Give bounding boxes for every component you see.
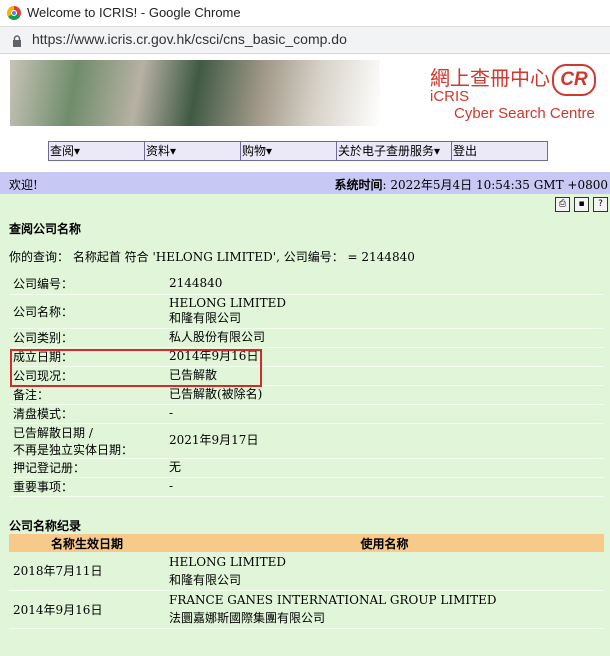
- name-history-table: 名称生效日期 使用名称 2018年7月11日 HELONG LIMITED 和隆有…: [9, 534, 604, 629]
- table-row: 2014年9月16日 FRANCE GANES INTERNATIONAL GR…: [9, 590, 604, 629]
- detail-row: 备注： 已告解散(被除名): [9, 385, 604, 405]
- used-name: HELONG LIMITED 和隆有限公司: [165, 552, 604, 591]
- section-title-search: 查阅公司名称: [9, 222, 82, 236]
- detail-label-line2: 不再是独立实体日期：: [13, 442, 134, 457]
- detail-label: 已告解散日期 / 不再是独立实体日期：: [9, 423, 165, 459]
- system-time-value: : 2022年5月4日 10:54:35 GMT +0800: [382, 178, 608, 192]
- url-text[interactable]: https://www.icris.cr.gov.hk/csci/cns_bas…: [32, 31, 347, 47]
- page-content: 欢迎! 系统时间: 2022年5月4日 10:54:35 GMT +0800 ⎙…: [0, 172, 610, 656]
- toolbar-icons: ⎙ ▪ ?: [555, 197, 608, 212]
- detail-value: -: [165, 477, 604, 497]
- banner-en-subtitle: Cyber Search Centre: [454, 105, 595, 122]
- used-name-cn: 法圜嘉娜斯國際集團有限公司: [169, 611, 326, 625]
- effective-date: 2018年7月11日: [9, 552, 165, 591]
- used-name-cn: 和隆有限公司: [169, 572, 242, 587]
- table-row: 2018年7月11日 HELONG LIMITED 和隆有限公司: [9, 552, 604, 591]
- detail-value: 2144840: [165, 274, 604, 295]
- chrome-icon: [7, 6, 21, 20]
- detail-label: 押记登记册：: [9, 458, 165, 478]
- menu-info[interactable]: 资料▾: [145, 142, 241, 160]
- banner-photo: [10, 60, 380, 126]
- system-time: 系统时间: 2022年5月4日 10:54:35 GMT +0800: [335, 176, 609, 193]
- query-text: 你的查询： 名称起首 符合 'HELONG LIMITED', 公司编号： = …: [9, 250, 415, 264]
- section-title-name-history: 公司名称纪录: [9, 519, 82, 533]
- banner-en-title: iCRIS: [430, 88, 470, 105]
- system-time-label: 系统时间: [334, 178, 383, 192]
- menu-purchase[interactable]: 购物▾: [241, 142, 337, 160]
- detail-value: HELONG LIMITED 和隆有限公司: [165, 294, 604, 329]
- help-icon[interactable]: ?: [593, 197, 608, 212]
- window-title: Welcome to ICRIS! - Google Chrome: [27, 5, 241, 20]
- detail-label: 备注：: [9, 385, 165, 405]
- detail-value: -: [165, 404, 604, 424]
- menu-logout[interactable]: 登出: [452, 142, 547, 160]
- icris-banner: 網上查冊中心 CR iCRIS Cyber Search Centre: [10, 60, 598, 128]
- column-header-name: 使用名称: [165, 534, 604, 552]
- company-name-en: HELONG LIMITED: [169, 296, 287, 310]
- detail-label: 公司名称：: [9, 294, 165, 329]
- detail-row: 押记登记册： 无: [9, 458, 604, 478]
- detail-label: 公司编号：: [9, 274, 165, 295]
- browser-titlebar: Welcome to ICRIS! - Google Chrome: [0, 0, 610, 27]
- effective-date: 2014年9月16日: [9, 590, 165, 629]
- detail-label: 清盘模式：: [9, 404, 165, 424]
- welcome-text: 欢迎!: [9, 178, 38, 192]
- main-menu: 查阅▾ 资料▾ 购物▾ 关於电子查册服务▾ 登出: [48, 141, 548, 161]
- address-bar[interactable]: https://www.icris.cr.gov.hk/csci/cns_bas…: [0, 27, 610, 54]
- cr-logo: CR: [552, 64, 596, 96]
- detail-row: 公司编号： 2144840: [9, 274, 604, 295]
- save-icon[interactable]: ▪: [574, 197, 589, 212]
- company-name-cn: 和隆有限公司: [169, 311, 242, 325]
- detail-row: 已告解散日期 / 不再是独立实体日期： 2021年9月17日: [9, 423, 604, 459]
- highlight-box: [10, 349, 262, 387]
- detail-label: 重要事项：: [9, 477, 165, 497]
- detail-value: 私人股份有限公司: [165, 328, 604, 348]
- detail-row: 清盘模式： -: [9, 404, 604, 424]
- detail-value: 无: [165, 458, 604, 478]
- lock-icon: [12, 34, 22, 47]
- menu-about[interactable]: 关於电子查册服务▾: [337, 142, 452, 160]
- detail-label-line1: 已告解散日期 /: [13, 425, 93, 440]
- detail-row: 公司类别： 私人股份有限公司: [9, 328, 604, 348]
- menu-search[interactable]: 查阅▾: [49, 142, 145, 160]
- banner-cn-title: 網上查冊中心: [430, 66, 550, 90]
- welcome-bar: 欢迎! 系统时间: 2022年5月4日 10:54:35 GMT +0800: [0, 172, 610, 194]
- detail-row: 公司名称： HELONG LIMITED 和隆有限公司: [9, 294, 604, 329]
- detail-value: 2021年9月17日: [165, 423, 604, 459]
- table-header-row: 名称生效日期 使用名称: [9, 534, 604, 552]
- used-name-en: HELONG LIMITED: [169, 554, 287, 569]
- detail-value: 已告解散(被除名): [165, 385, 604, 405]
- used-name: FRANCE GANES INTERNATIONAL GROUP LIMITED…: [165, 590, 604, 629]
- print-icon[interactable]: ⎙: [555, 197, 570, 212]
- detail-label: 公司类别：: [9, 328, 165, 348]
- column-header-date: 名称生效日期: [9, 534, 165, 552]
- used-name-en: FRANCE GANES INTERNATIONAL GROUP LIMITED: [169, 593, 497, 607]
- detail-row: 重要事项： -: [9, 477, 604, 497]
